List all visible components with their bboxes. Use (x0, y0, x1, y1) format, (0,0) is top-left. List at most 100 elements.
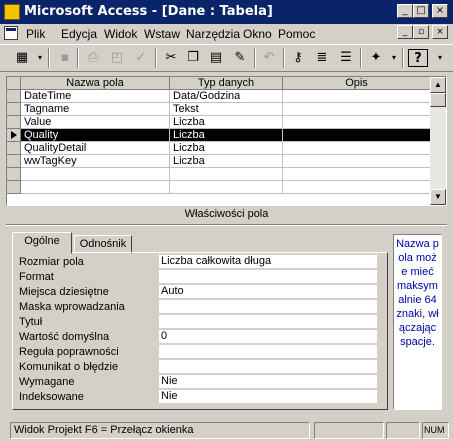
property-value-field[interactable]: Nie (159, 390, 377, 404)
data-type-cell[interactable] (170, 168, 283, 181)
description-cell[interactable] (283, 142, 431, 155)
build-icon[interactable]: ✦ (366, 49, 386, 67)
minimize-button[interactable]: _ (397, 4, 413, 18)
field-name-cell[interactable]: Tagname (21, 103, 170, 116)
document-icon[interactable] (4, 26, 18, 40)
row-selector[interactable] (7, 168, 21, 181)
doc-close-button[interactable]: × (432, 25, 448, 39)
status-bar: Widok Projekt F6 = Przełącz okienka NUM (0, 420, 453, 441)
data-type-cell[interactable]: Liczba (170, 142, 283, 155)
column-header-type[interactable]: Typ danych (170, 77, 283, 90)
description-cell[interactable] (283, 103, 431, 116)
toolbar-separator (77, 48, 79, 68)
field-name-cell[interactable] (21, 181, 170, 194)
column-header-desc[interactable]: Opis (283, 77, 431, 90)
doc-restore-button[interactable]: ▫ (413, 25, 429, 39)
spelling-icon[interactable]: ✓ (131, 49, 151, 67)
menu-edycja[interactable]: Edycja (61, 27, 97, 41)
property-value-field[interactable]: 0 (159, 330, 377, 344)
scroll-thumb[interactable] (430, 93, 446, 107)
design-view-icon[interactable]: ▦ (12, 49, 32, 67)
tab-general[interactable]: Ogólne (12, 232, 72, 254)
format-painter-icon[interactable]: ✎ (230, 49, 250, 67)
description-cell[interactable] (283, 168, 431, 181)
row-selector[interactable] (7, 142, 21, 155)
grid-vertical-scrollbar[interactable]: ▲ ▼ (430, 77, 446, 205)
table-row[interactable]: wwTagKey Liczba (7, 155, 431, 168)
description-cell[interactable] (283, 181, 431, 194)
indexes-icon[interactable]: ≣ (312, 49, 332, 67)
build-dropdown-icon[interactable]: ▾ (384, 49, 404, 67)
view-dropdown-icon[interactable]: ▾ (30, 49, 50, 67)
description-cell[interactable] (283, 155, 431, 168)
data-type-cell[interactable] (170, 181, 283, 194)
description-cell[interactable] (283, 116, 431, 129)
property-value-field[interactable] (159, 300, 377, 314)
property-value-field[interactable] (159, 345, 377, 359)
field-name-cell[interactable]: wwTagKey (21, 155, 170, 168)
field-name-cell[interactable]: DateTime (21, 90, 170, 103)
property-label: Indeksowane (19, 391, 84, 403)
help-icon[interactable]: ? (408, 49, 428, 67)
copy-icon[interactable]: ❐ (183, 49, 203, 67)
cut-icon[interactable]: ✂ (161, 49, 181, 67)
field-name-cell[interactable] (21, 168, 170, 181)
property-row: Rozmiar pola Liczba całkowita długa (19, 255, 377, 270)
column-header-name[interactable]: Nazwa pola (21, 77, 170, 90)
property-value-field[interactable] (159, 270, 377, 284)
scroll-down-icon[interactable]: ▼ (430, 189, 446, 205)
row-selector[interactable] (7, 90, 21, 103)
property-row: Wymagane Nie (19, 375, 377, 390)
data-type-cell[interactable]: Liczba (170, 129, 283, 142)
property-value-field[interactable] (159, 315, 377, 329)
property-value-field[interactable]: Liczba całkowita długa (159, 255, 377, 269)
field-name-cell[interactable]: Value (21, 116, 170, 129)
print-icon[interactable]: ⎙ (83, 49, 103, 67)
table-row[interactable]: Tagname Tekst (7, 103, 431, 116)
table-row[interactable]: Quality Liczba (7, 129, 431, 142)
access-key-icon[interactable] (4, 4, 20, 20)
menu-plik[interactable]: Plik (26, 27, 45, 41)
current-row-icon (11, 131, 17, 139)
scroll-up-icon[interactable]: ▲ (430, 77, 446, 93)
general-properties-panel: Rozmiar pola Liczba całkowita długa Format… (12, 252, 388, 410)
save-icon[interactable]: ▪ (55, 49, 75, 67)
menu-okno[interactable]: Okno (243, 27, 272, 41)
table-row[interactable] (7, 181, 431, 194)
data-type-cell[interactable]: Liczba (170, 155, 283, 168)
menu-wstaw[interactable]: Wstaw (144, 27, 180, 41)
table-row[interactable]: QualityDetail Liczba (7, 142, 431, 155)
menu-pomoc[interactable]: Pomoc (278, 27, 315, 41)
toolbar-options-icon[interactable]: ▾ (430, 49, 450, 67)
table-row[interactable]: DateTime Data/Godzina (7, 90, 431, 103)
row-selector[interactable] (7, 155, 21, 168)
data-type-cell[interactable]: Tekst (170, 103, 283, 116)
property-value-field[interactable]: Nie (159, 375, 377, 389)
table-row[interactable]: Value Liczba (7, 116, 431, 129)
property-row: Komunikat o błędzie (19, 360, 377, 375)
menu-widok[interactable]: Widok (104, 27, 137, 41)
menu-narzedzia[interactable]: Narzędzia (186, 27, 240, 41)
row-selector[interactable] (7, 116, 21, 129)
close-button[interactable]: × (432, 4, 448, 18)
primary-key-icon[interactable]: ⚷ (288, 49, 308, 67)
table-row[interactable] (7, 168, 431, 181)
undo-icon[interactable]: ↶ (259, 49, 279, 67)
data-type-cell[interactable]: Liczba (170, 116, 283, 129)
row-selector[interactable] (7, 103, 21, 116)
property-value-field[interactable]: Auto (159, 285, 377, 299)
data-type-cell[interactable]: Data/Godzina (170, 90, 283, 103)
field-name-cell[interactable]: Quality (21, 129, 170, 142)
doc-minimize-button[interactable]: _ (397, 25, 413, 39)
description-cell[interactable] (283, 90, 431, 103)
maximize-button[interactable]: □ (413, 4, 429, 18)
insert-rows-icon[interactable]: ☰ (336, 49, 356, 67)
description-cell[interactable] (283, 129, 431, 142)
grid-corner[interactable] (7, 77, 21, 90)
property-value-field[interactable] (159, 360, 377, 374)
field-name-cell[interactable]: QualityDetail (21, 142, 170, 155)
row-selector[interactable] (7, 181, 21, 194)
row-selector[interactable] (7, 129, 21, 142)
print-preview-icon[interactable]: ◰ (107, 49, 127, 67)
paste-icon[interactable]: ▤ (206, 49, 226, 67)
